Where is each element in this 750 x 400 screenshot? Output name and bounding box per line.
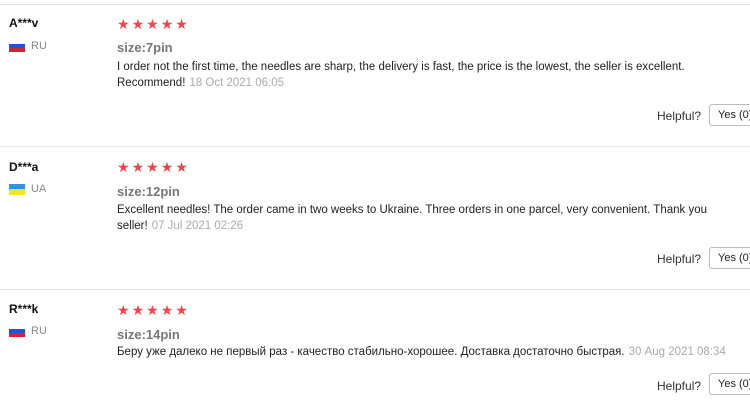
star-icon: ★ [175,159,188,175]
star-icon: ★ [160,302,174,318]
helpful-yes-button[interactable]: Yes (0) [709,373,750,395]
helpful-label: Helpful? [657,252,702,266]
helpful-yes-button[interactable]: Yes (0) [709,247,750,269]
product-size: size:12pin [117,184,180,199]
star-icon: ★ [131,302,145,318]
top-divider [0,4,750,5]
star-icon: ★ [131,16,145,32]
review-date: 07 Jul 2021 02:26 [151,220,244,232]
country-code: RU [31,40,47,52]
star-icon: ★ [146,16,159,32]
russia-flag-icon [9,325,25,337]
review-date: 18 Oct 2021 06:05 [189,77,285,89]
review-date: 30 Aug 2021 08:34 [628,346,726,358]
star-rating: ★ ★ ★ ★ ★ [117,17,188,31]
star-icon: ★ [175,16,188,32]
star-icon: ★ [146,302,159,318]
country-code: UA [31,183,47,195]
helpful-label: Helpful? [657,379,702,393]
product-size: size:14pin [117,327,180,342]
star-icon: ★ [131,159,145,175]
review-text: Беру уже далеко не первый раз - качество… [117,346,625,358]
reviewer-name: R***k [9,302,39,316]
review-text-block: Беру уже далеко не первый раз - качество… [117,344,747,360]
reviewer-name: A***v [9,16,39,30]
reviewer-country: UA [9,183,46,195]
star-rating: ★ ★ ★ ★ ★ [117,160,188,174]
helpful-yes-button[interactable]: Yes (0) [709,104,750,126]
product-size: size:7pin [117,40,173,55]
reviewer-name: D***a [9,160,39,174]
ukraine-flag-icon [9,183,25,195]
review-text-block: Excellent needles! The order came in two… [117,202,717,234]
reviewer-country: RU [9,325,47,337]
russia-flag-icon [9,40,25,52]
star-rating: ★ ★ ★ ★ ★ [117,303,188,317]
reviewer-country: RU [9,40,47,52]
star-icon: ★ [146,159,159,175]
star-icon: ★ [160,16,174,32]
star-icon: ★ [160,159,174,175]
country-code: RU [31,325,47,337]
star-icon: ★ [117,302,130,318]
star-icon: ★ [117,16,130,32]
review-divider [0,146,750,147]
star-icon: ★ [117,159,130,175]
star-icon: ★ [175,302,188,318]
review-text-block: I order not the first time, the needles … [117,59,717,91]
review-divider [0,289,750,290]
helpful-label: Helpful? [657,109,702,123]
